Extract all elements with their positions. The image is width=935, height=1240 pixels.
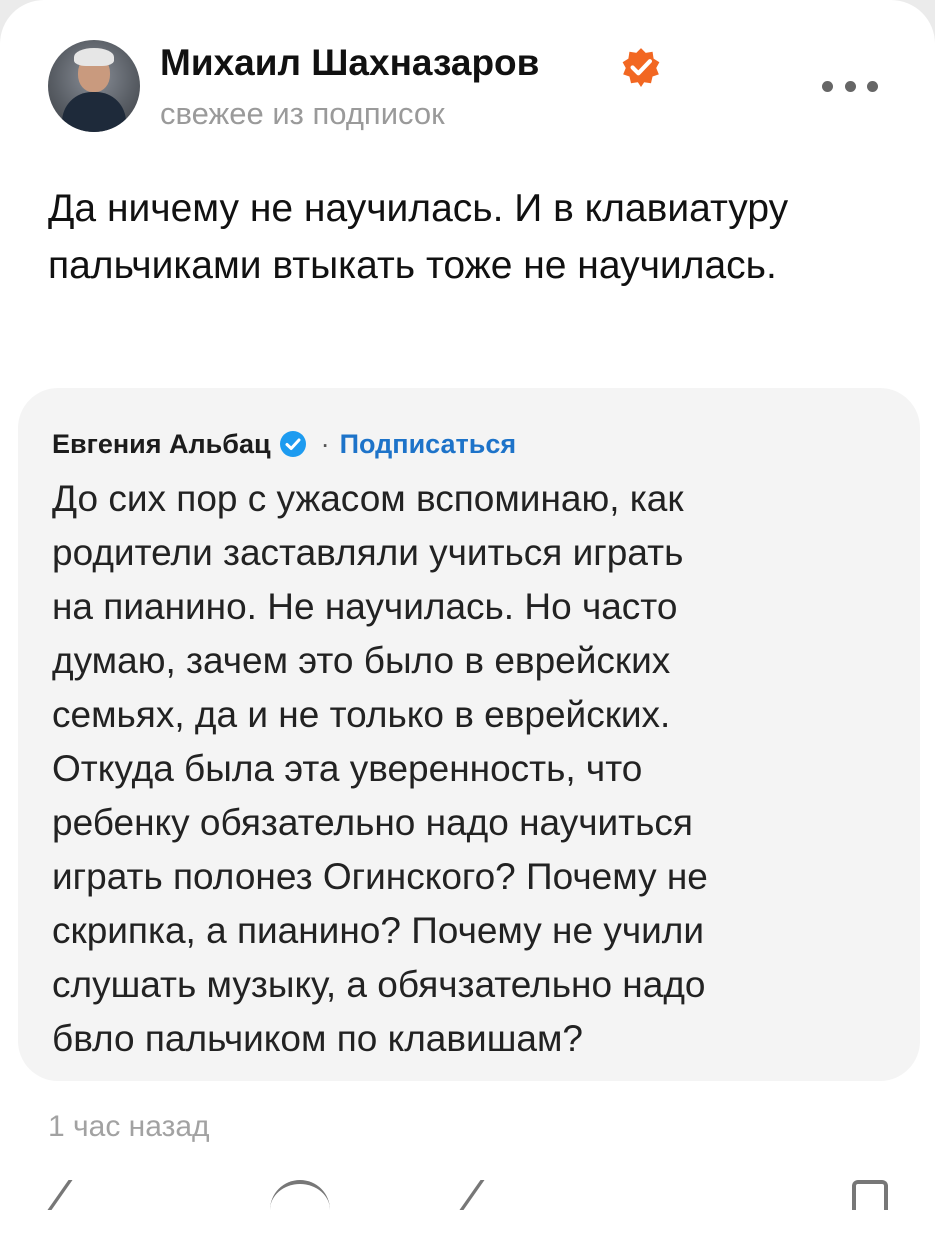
comment-icon[interactable]	[270, 1180, 330, 1210]
more-dot	[844, 80, 856, 92]
like-icon[interactable]	[47, 1180, 113, 1210]
separator-dot: ·	[320, 428, 330, 459]
post-timestamp: 1 час назад	[48, 1110, 210, 1143]
subscribe-link: Подписаться	[339, 428, 517, 459]
verified-orange-icon	[622, 48, 660, 87]
save-icon[interactable]	[852, 1180, 888, 1210]
quoted-post-header: Евгения Альбац · Подписаться	[52, 424, 516, 464]
post-card: Михаил Шахназаров свежее из подписок Да …	[0, 0, 935, 1240]
author-name[interactable]: Михаил Шахназаров	[160, 42, 539, 84]
verified-blue-icon	[279, 431, 306, 457]
more-dot	[822, 80, 833, 92]
avatar-shirt	[62, 92, 126, 132]
avatar-hair	[74, 48, 114, 66]
action-bar	[0, 1180, 935, 1210]
feed-source-label: свежее из подписок	[160, 96, 445, 131]
share-icon[interactable]	[459, 1180, 525, 1210]
more-dots-icon[interactable]	[822, 74, 878, 98]
post-text: Да ничему не научилась. И в клавиатуру п…	[48, 187, 789, 287]
more-dot	[867, 80, 878, 92]
quoted-post-image[interactable]: Евгения Альбац · Подписаться До сих пор …	[18, 388, 920, 1081]
quoted-post-text: До сих пор с ужасом вспоминаю, как родит…	[52, 478, 708, 1059]
avatar[interactable]	[48, 40, 140, 132]
post-header: Михаил Шахназаров свежее из подписок	[48, 40, 888, 132]
quoted-author-name: Евгения Альбац	[52, 428, 271, 459]
